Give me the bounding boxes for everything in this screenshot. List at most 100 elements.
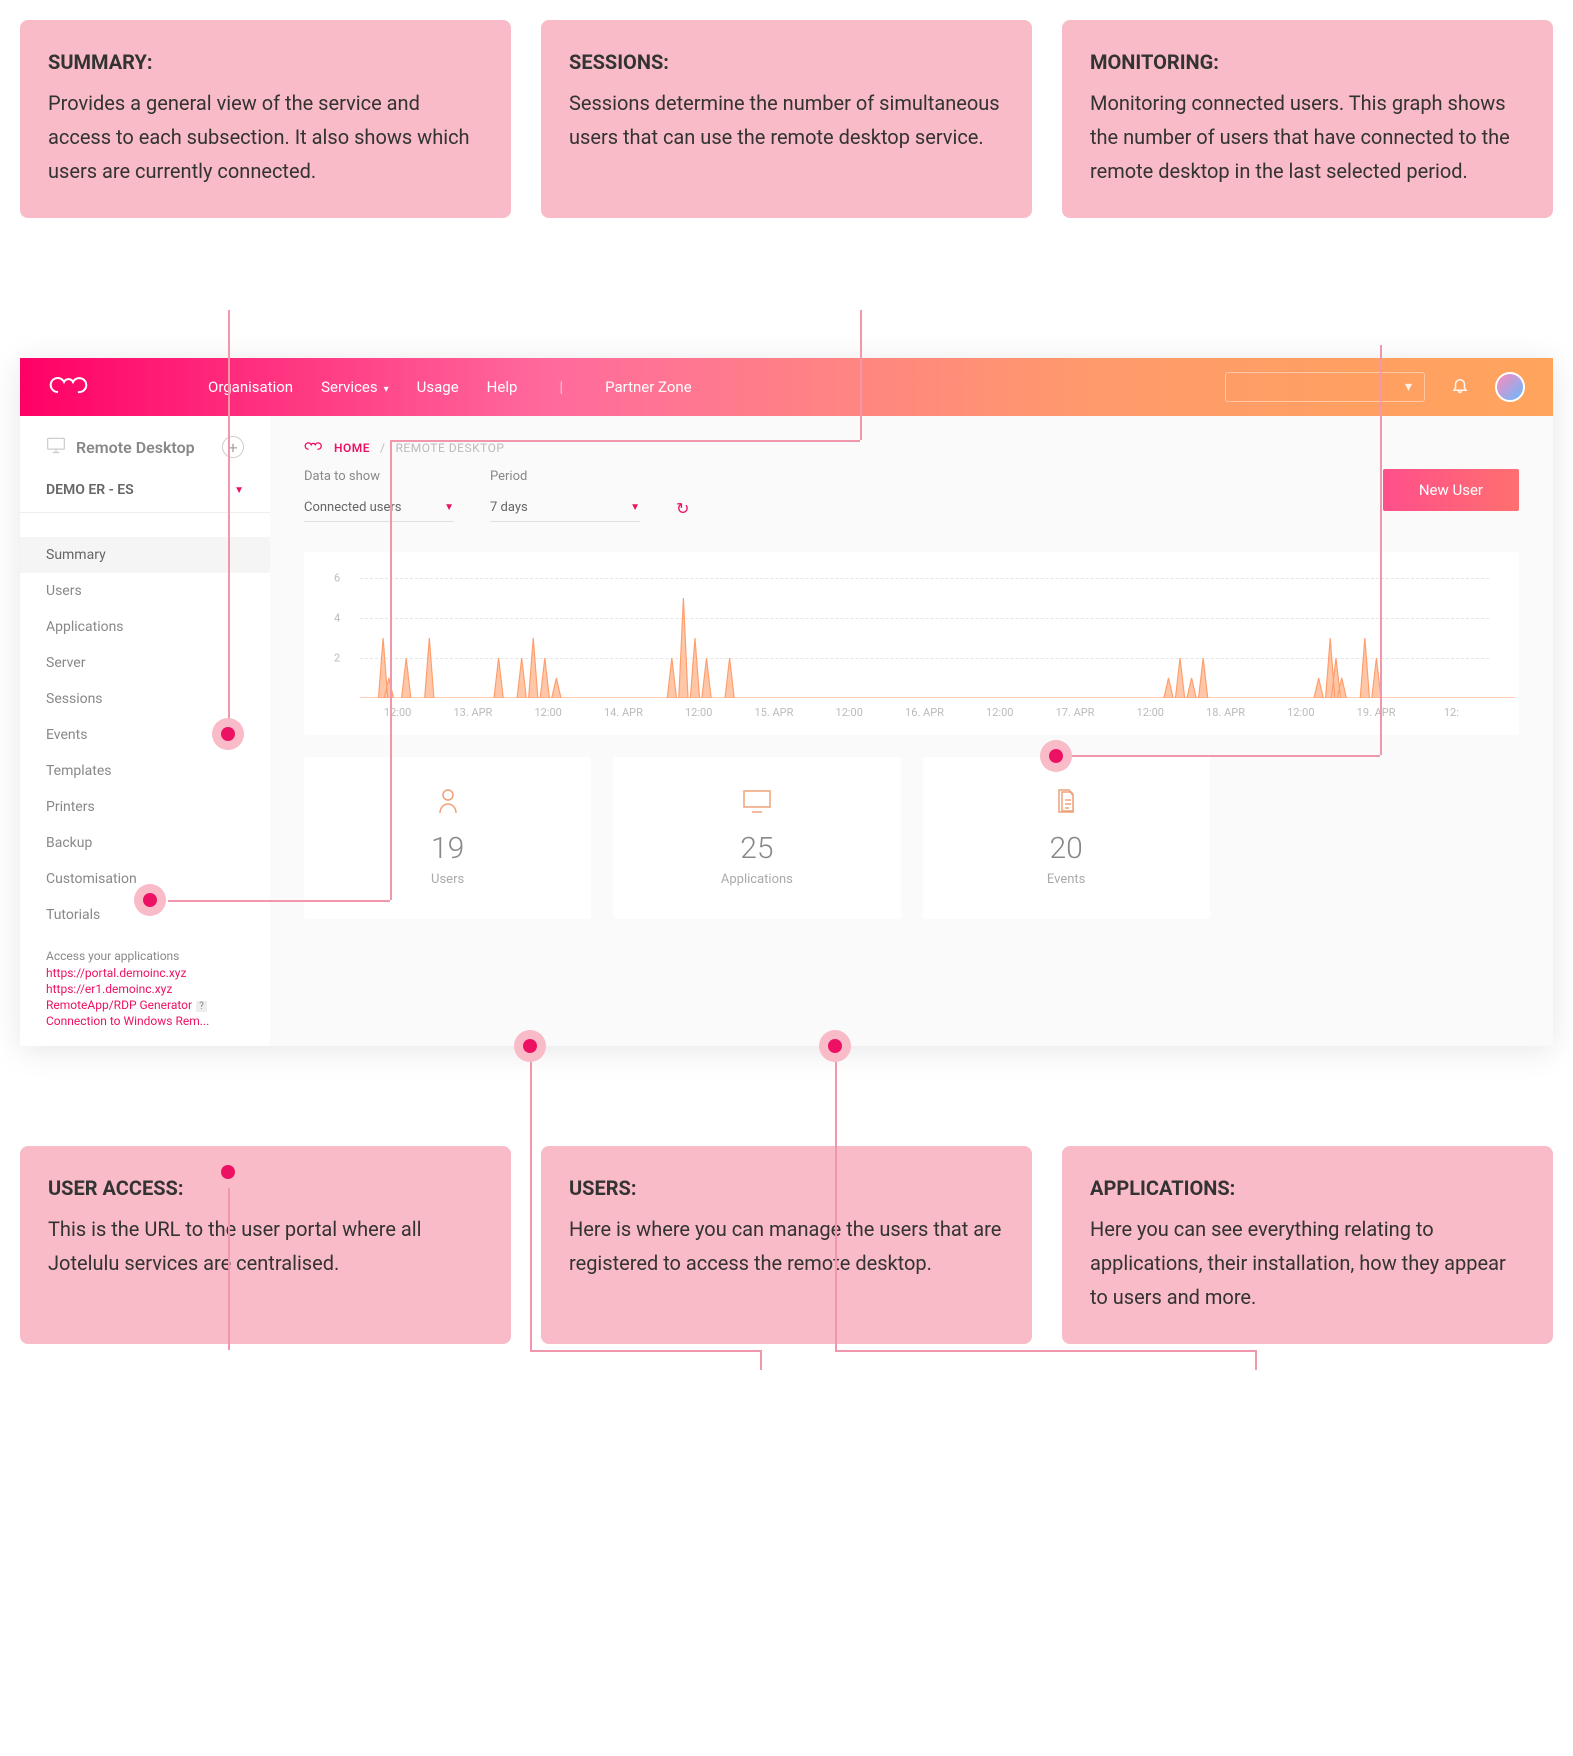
- callout-title: MONITORING:: [1090, 50, 1525, 74]
- connector-line: [390, 440, 392, 900]
- data-to-show-select[interactable]: Connected users ▼: [304, 494, 454, 522]
- tenant-selector[interactable]: DEMO ER - ES ▼: [20, 472, 270, 513]
- sidebar-item-printers[interactable]: Printers: [20, 789, 270, 825]
- y-tick-label: 4: [334, 612, 340, 625]
- x-tick-label: 12:00: [360, 706, 435, 719]
- stat-value: 19: [304, 831, 591, 866]
- nav-help[interactable]: Help: [487, 378, 518, 396]
- access-link[interactable]: Connection to Windows Rem...: [46, 1014, 244, 1028]
- access-title: Access your applications: [46, 949, 244, 963]
- connector-line: [835, 1050, 837, 1350]
- user-icon: [304, 787, 591, 815]
- stat-cards: 19 Users 25 Applications 20 Events: [304, 757, 1519, 919]
- hotspot-dot: [134, 884, 166, 916]
- breadcrumb-sep: /: [380, 441, 385, 455]
- app-window: Organisation Services Usage Help | Partn…: [20, 358, 1553, 1046]
- x-tick-label: 19. APR: [1338, 706, 1413, 719]
- controls-row: Data to show Connected users ▼ Period 7 …: [304, 469, 1519, 522]
- stat-value: 25: [613, 831, 900, 866]
- callout-title: APPLICATIONS:: [1090, 1176, 1525, 1200]
- stat-card-applications[interactable]: 25 Applications: [613, 757, 900, 919]
- chevron-down-icon: ▼: [444, 502, 454, 513]
- callouts-top: SUMMARY: Provides a general view of the …: [20, 20, 1553, 218]
- period-select[interactable]: 7 days ▼: [490, 494, 640, 522]
- hotspot-dot: [212, 718, 244, 750]
- stat-label: Events: [923, 872, 1210, 887]
- refresh-icon[interactable]: ↻: [676, 499, 689, 518]
- data-to-show-control: Data to show Connected users ▼: [304, 469, 454, 522]
- connector-line: [1255, 1350, 1257, 1370]
- nav-partner-zone[interactable]: Partner Zone: [605, 378, 692, 396]
- stat-card-users[interactable]: 19 Users: [304, 757, 591, 919]
- x-tick-label: 14. APR: [586, 706, 661, 719]
- x-tick-label: 12:00: [511, 706, 586, 719]
- sidebar-item-applications[interactable]: Applications: [20, 609, 270, 645]
- tenant-name: DEMO ER - ES: [46, 482, 134, 498]
- sidebar-item-summary[interactable]: Summary: [20, 537, 270, 573]
- org-dropdown[interactable]: ▾: [1225, 372, 1425, 402]
- cloud-icon: [304, 440, 322, 455]
- y-tick-label: 2: [334, 652, 340, 665]
- x-tick-label: 12:: [1414, 706, 1489, 719]
- topbar-right: ▾: [1225, 372, 1525, 402]
- connector-line: [835, 1350, 1255, 1352]
- callouts-bottom: USER ACCESS: This is the URL to the user…: [20, 1146, 1553, 1344]
- sidebar-item-backup[interactable]: Backup: [20, 825, 270, 861]
- main-content: HOME / REMOTE DESKTOP Data to show Conne…: [270, 416, 1553, 1046]
- callout-sessions: SESSIONS: Sessions determine the number …: [541, 20, 1032, 218]
- access-block: Access your applications https://portal.…: [20, 933, 270, 1046]
- avatar[interactable]: [1495, 372, 1525, 402]
- y-tick-label: 6: [334, 572, 340, 585]
- cloud-logo-icon: [48, 374, 88, 400]
- bell-icon[interactable]: [1451, 376, 1469, 398]
- connector-line: [390, 440, 860, 442]
- add-button[interactable]: +: [222, 436, 244, 458]
- chart-svg: [360, 578, 1515, 698]
- chart-x-labels: 12:0013. APR12:0014. APR12:0015. APR12:0…: [334, 706, 1489, 719]
- access-link[interactable]: https://er1.demoinc.xyz: [46, 982, 244, 996]
- period-control: Period 7 days ▼: [490, 469, 640, 522]
- callout-text: Sessions determine the number of simulta…: [569, 86, 1004, 154]
- stat-value: 20: [923, 831, 1210, 866]
- connector-line: [228, 310, 230, 730]
- connector-line: [168, 900, 390, 902]
- sidebar-item-sessions[interactable]: Sessions: [20, 681, 270, 717]
- sidebar-item-server[interactable]: Server: [20, 645, 270, 681]
- connector-line: [1070, 755, 1380, 757]
- callout-monitoring: MONITORING: Monitoring connected users. …: [1062, 20, 1553, 218]
- nav-services[interactable]: Services: [321, 378, 389, 396]
- callout-users: USERS: Here is where you can manage the …: [541, 1146, 1032, 1344]
- topbar: Organisation Services Usage Help | Partn…: [20, 358, 1553, 416]
- topbar-nav: Organisation Services Usage Help | Partn…: [208, 378, 692, 396]
- nav-organisation[interactable]: Organisation: [208, 378, 293, 396]
- callout-user-access: USER ACCESS: This is the URL to the user…: [20, 1146, 511, 1344]
- connector-line: [860, 310, 862, 440]
- nav-separator: |: [559, 378, 563, 396]
- x-tick-label: 12:00: [1113, 706, 1188, 719]
- x-tick-label: 13. APR: [435, 706, 510, 719]
- breadcrumb: HOME / REMOTE DESKTOP: [304, 440, 1519, 455]
- desktop-icon: [46, 436, 66, 458]
- x-tick-label: 12:00: [661, 706, 736, 719]
- access-link[interactable]: RemoteApp/RDP Generator?: [46, 998, 244, 1012]
- connector-line: [530, 1050, 532, 1350]
- callout-title: SESSIONS:: [569, 50, 1004, 74]
- hotspot-dot: [212, 1156, 244, 1188]
- nav-usage[interactable]: Usage: [417, 378, 459, 396]
- x-tick-label: 16. APR: [887, 706, 962, 719]
- stat-card-events[interactable]: 20 Events: [923, 757, 1210, 919]
- chart-card: 246 12:0013. APR12:0014. APR12:0015. APR…: [304, 552, 1519, 735]
- hotspot-dot: [514, 1030, 546, 1062]
- x-tick-label: 18. APR: [1188, 706, 1263, 719]
- chevron-down-icon: ▼: [630, 502, 640, 513]
- sidebar-item-templates[interactable]: Templates: [20, 753, 270, 789]
- new-user-button[interactable]: New User: [1383, 469, 1519, 511]
- sidebar-item-users[interactable]: Users: [20, 573, 270, 609]
- access-link[interactable]: https://portal.demoinc.xyz: [46, 966, 244, 980]
- connector-line: [530, 1350, 760, 1352]
- callout-text: Monitoring connected users. This graph s…: [1090, 86, 1525, 188]
- callout-text: Here is where you can manage the users t…: [569, 1212, 1004, 1280]
- x-tick-label: 12:00: [812, 706, 887, 719]
- help-icon[interactable]: ?: [196, 1001, 207, 1012]
- breadcrumb-home[interactable]: HOME: [334, 441, 370, 455]
